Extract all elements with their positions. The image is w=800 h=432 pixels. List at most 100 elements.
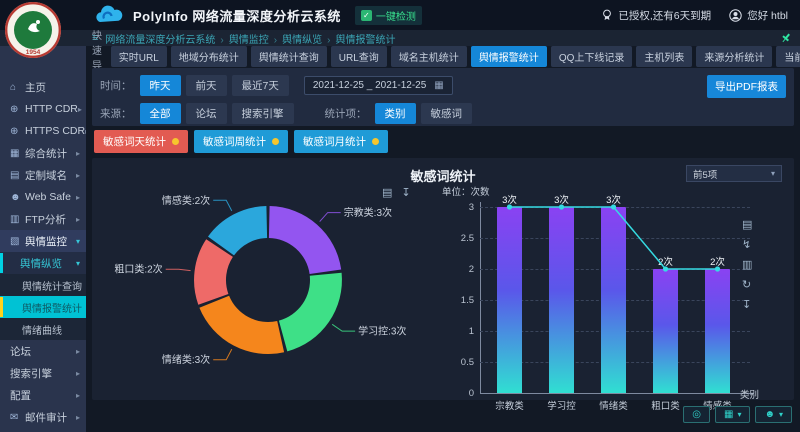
sidebar-item-label: FTP分析 — [25, 212, 66, 227]
floating-buttons: ◎ ▦▾ ☻▾ — [683, 406, 792, 423]
breadcrumb-item[interactable]: 舆情报警统计 — [335, 35, 395, 46]
source-option[interactable]: 全部 — [140, 103, 181, 124]
source-option[interactable]: 搜索引擎 — [232, 103, 294, 124]
tab-label: 敏感词天统计 — [103, 134, 166, 149]
sidebar-item[interactable]: ⌂主页 — [0, 76, 86, 98]
sidebar-menu: ⌂主页⊕HTTP CDR▸⊕HTTPS CDR▸▦综合统计▸▤定制域名▸☻Web… — [0, 76, 86, 428]
data-point[interactable] — [507, 204, 512, 209]
person-icon: ☻ — [10, 192, 25, 203]
data-point[interactable] — [663, 266, 668, 271]
chevron-right-icon: ▸ — [76, 413, 80, 422]
time-option[interactable]: 昨天 — [140, 75, 181, 96]
globe-icon: ⊕ — [10, 104, 25, 115]
app-title: PolyInfo 网络流量深度分析云系统 — [133, 6, 341, 25]
floating-button[interactable]: ▦▾ — [715, 406, 750, 423]
sidebar-item[interactable]: 舆情统计查询 — [0, 274, 86, 296]
domain-icon: ▤ — [10, 170, 25, 181]
chart-panel: 敏感词统计 前5项 ▾ ▤↧ 宗教类:3次学习控:3次情绪类:3次粗口类:2次情… — [92, 158, 794, 400]
date-range-picker[interactable]: 2021-12-25 _ 2021-12-25 ▦ — [304, 76, 453, 95]
cloud-logo-icon — [92, 5, 126, 25]
grid-icon: ▦ — [10, 148, 25, 159]
y-tick-label: 0 — [446, 388, 474, 399]
breadcrumb-item[interactable]: 舆情监控 — [229, 35, 269, 46]
bar-chart-icon[interactable]: ▥ — [742, 260, 752, 271]
user-menu[interactable]: 您好 htbl — [729, 8, 788, 23]
sidebar: ⌂主页⊕HTTP CDR▸⊕HTTPS CDR▸▦综合统计▸▤定制域名▸☻Web… — [0, 46, 86, 432]
ftp-icon: ▥ — [10, 214, 25, 225]
sidebar-item-label: 主页 — [25, 80, 46, 95]
tab[interactable]: 敏感词周统计 — [194, 130, 288, 153]
data-point[interactable] — [611, 204, 616, 209]
quick-nav-item[interactable]: 舆情统计查询 — [251, 46, 327, 67]
quick-nav-item[interactable]: QQ上下线记录 — [551, 46, 633, 67]
sidebar-item[interactable]: ▧舆情监控▾ — [0, 230, 86, 252]
sidebar-item[interactable]: 搜索引擎▸ — [0, 362, 86, 384]
user-icon: ☻ — [764, 409, 775, 420]
quick-nav-item[interactable]: 主机列表 — [636, 46, 692, 67]
sidebar-item[interactable]: 配置 ▸ — [0, 384, 86, 406]
download-icon[interactable]: ↧ — [742, 300, 752, 311]
sidebar-item[interactable]: ✉邮件审计▸ — [0, 406, 86, 428]
sidebar-item[interactable]: 舆情报警统计 — [0, 296, 86, 318]
sidebar-item[interactable]: ⊕HTTP CDR▸ — [0, 98, 86, 120]
emblem-year: 1954 — [26, 49, 41, 56]
home-icon: ⌂ — [10, 82, 25, 93]
quick-nav-item[interactable]: 实时URL — [111, 46, 167, 67]
sidebar-item[interactable]: ▦综合统计 ▸ — [0, 142, 86, 164]
time-filter-row: 时间： 昨天前天最近7天 2021-12-25 _ 2021-12-25 ▦ — [100, 75, 794, 96]
time-option[interactable]: 前天 — [186, 75, 227, 96]
breadcrumb-item[interactable]: 舆情纵览 — [282, 35, 322, 46]
tab[interactable]: 敏感词月统计 — [294, 130, 388, 153]
data-point[interactable] — [559, 204, 564, 209]
breadcrumb-item[interactable]: 网络流量深度分析云系统 — [105, 35, 215, 46]
chevron-right-icon: ▸ — [76, 149, 80, 158]
stat-option[interactable]: 类别 — [375, 103, 416, 124]
quick-nav-item[interactable]: 当前在线QQ — [776, 46, 800, 67]
floating-button[interactable]: ◎ — [683, 406, 710, 423]
quick-nav-item[interactable]: 来源分析统计 — [696, 46, 772, 67]
stat-item-label: 统计项： — [325, 106, 367, 121]
quick-check-button[interactable]: ✓ 一键检测 — [355, 6, 422, 25]
user-greeting: 您好 htbl — [747, 8, 788, 23]
sidebar-item[interactable]: 情绪曲线 — [0, 318, 86, 340]
x-tick-label: 学习控 — [536, 398, 588, 412]
data-point[interactable] — [715, 266, 720, 271]
quick-nav-item[interactable]: 域名主机统计 — [391, 46, 467, 67]
chevron-right-icon: ▸ — [76, 391, 80, 400]
cyan-marker — [0, 253, 3, 273]
sidebar-item[interactable]: 论坛▸ — [0, 340, 86, 362]
chevron-right-icon: ▸ — [76, 215, 80, 224]
sidebar-item-label: 综合统计 — [25, 146, 67, 161]
sidebar-item[interactable]: 舆情纵览▾ — [0, 252, 86, 274]
time-option[interactable]: 最近7天 — [232, 75, 289, 96]
sidebar-item[interactable]: ☻Web Safe▸ — [0, 186, 86, 208]
quick-nav-item[interactable]: URL查询 — [331, 46, 387, 67]
license-text: 已授权,还有6天到期 — [618, 8, 711, 23]
source-filter-row: 来源： 全部论坛搜索引擎 统计项： 类别敏感词 — [100, 103, 794, 124]
tab-label: 敏感词月统计 — [303, 134, 366, 149]
quick-nav-item[interactable]: 舆情报警统计 — [471, 46, 547, 67]
stat-option[interactable]: 敏感词 — [421, 103, 473, 124]
y-tick-label: 3 — [446, 202, 474, 213]
quick-nav-items: 实时URL地域分布统计舆情统计查询URL查询域名主机统计舆情报警统计QQ上下线记… — [111, 46, 800, 67]
line-overlay — [480, 198, 760, 398]
floating-button[interactable]: ☻▾ — [755, 406, 792, 423]
source-option[interactable]: 论坛 — [186, 103, 227, 124]
export-pdf-button[interactable]: 导出PDF报表 — [707, 75, 786, 98]
quick-nav-item[interactable]: 地域分布统计 — [171, 46, 247, 67]
y-tick-label: 2.5 — [446, 233, 474, 244]
sidebar-item-label: 配置 — [10, 388, 31, 403]
globe-icon: ⊕ — [10, 126, 25, 137]
sidebar-item[interactable]: ▥FTP分析 ▸ — [0, 208, 86, 230]
sidebar-item[interactable]: ⊕HTTPS CDR▸ — [0, 120, 86, 142]
line-chart-icon[interactable]: ↯ — [742, 240, 752, 251]
chevron-right-icon: ▸ — [76, 369, 80, 378]
tab[interactable]: 敏感词天统计 — [94, 130, 188, 153]
restore-icon[interactable]: ↻ — [742, 280, 752, 291]
pin-icon[interactable] — [780, 32, 792, 44]
trend-line — [510, 207, 718, 269]
sidebar-item[interactable]: ▤定制域名▸ — [0, 164, 86, 186]
chevron-down-icon: ▾ — [76, 237, 80, 246]
data-view-icon[interactable]: ▤ — [742, 220, 752, 231]
status-dot-icon — [172, 138, 179, 145]
